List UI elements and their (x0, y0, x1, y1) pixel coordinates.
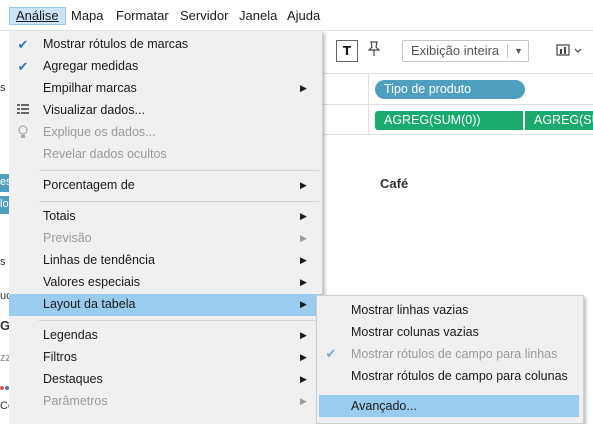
check-icon: ✔ (17, 59, 29, 74)
menu-ajuda[interactable]: Ajuda (281, 7, 326, 25)
menu-item-aggregate-measures[interactable]: ✔ Agregar medidas (9, 56, 322, 78)
chevron-right-icon: ▶ (300, 277, 307, 287)
menu-item-legends[interactable]: Legendas ▶ (9, 325, 322, 347)
analysis-menu: ✔ Mostrar rótulos de marcas ✔ Agregar me… (9, 31, 323, 424)
submenu-item-column-field-labels[interactable]: Mostrar rótulos de campo para colunas (317, 365, 583, 387)
menu-analise[interactable]: Análise (9, 7, 66, 25)
menu-item-percentage-of[interactable]: Porcentagem de ▶ (9, 175, 322, 197)
submenu-item-show-empty-rows[interactable]: Mostrar linhas vazias (317, 299, 583, 321)
measure-pill[interactable]: AGREG(SU (525, 111, 593, 130)
show-me-icon[interactable] (555, 40, 591, 62)
chevron-right-icon: ▶ (300, 396, 307, 406)
column-header: Café (380, 176, 409, 191)
menu-item-special-values[interactable]: Valores especiais ▶ (9, 272, 322, 294)
chevron-right-icon: ▶ (300, 255, 307, 265)
menu-item-trend-lines[interactable]: Linhas de tendência ▶ (9, 250, 322, 272)
check-icon: ✔ (17, 37, 29, 52)
toolbar: T Exibição inteira ▼ (322, 31, 593, 73)
table-layout-submenu: Mostrar linhas vazias Mostrar colunas va… (316, 295, 584, 424)
menu-servidor[interactable]: Servidor (174, 7, 234, 25)
menu-item-view-data[interactable]: Visualizar dados... (9, 100, 322, 122)
submenu-item-show-empty-columns[interactable]: Mostrar colunas vazias (317, 321, 583, 343)
menu-item-totals[interactable]: Totais ▶ (9, 206, 322, 228)
show-mark-labels-button[interactable]: T (336, 40, 358, 62)
chevron-right-icon: ▶ (300, 299, 307, 309)
menu-formatar[interactable]: Formatar (110, 7, 175, 25)
menu-mapa[interactable]: Mapa (65, 7, 110, 25)
menu-bar: Análise Mapa Formatar Servidor Janela Aj… (0, 0, 593, 31)
chevron-right-icon: ▶ (300, 211, 307, 221)
chevron-right-icon: ▶ (300, 233, 307, 243)
menu-separator (39, 320, 319, 321)
rows-shelf: AGREG(SUM(0)) AGREG(SU (322, 104, 593, 135)
chevron-right-icon: ▶ (300, 330, 307, 340)
menu-item-table-layout[interactable]: Layout da tabela ▶ (9, 294, 322, 316)
grid-icon (15, 103, 31, 119)
check-icon: ✔ (325, 346, 337, 361)
chevron-right-icon: ▶ (300, 374, 307, 384)
chevron-right-icon: ▶ (300, 83, 307, 93)
submenu-item-row-field-labels[interactable]: ✔ Mostrar rótulos de campo para linhas (317, 343, 583, 365)
menu-item-show-mark-labels[interactable]: ✔ Mostrar rótulos de marcas (9, 34, 322, 56)
lightbulb-icon (15, 125, 31, 141)
fit-select[interactable]: Exibição inteira ▼ (402, 40, 529, 62)
menu-item-parameters[interactable]: Parâmetros ▶ (9, 391, 322, 413)
menu-separator (39, 170, 319, 171)
pin-icon[interactable] (366, 40, 384, 62)
chevron-down-icon: ▼ (514, 46, 523, 56)
menu-item-highlighters[interactable]: Destaques ▶ (9, 369, 322, 391)
measure-pill[interactable]: AGREG(SUM(0)) (375, 111, 523, 130)
columns-shelf: Tipo de produto (322, 73, 593, 104)
menu-item-explain-data[interactable]: Explique os dados... (9, 122, 322, 144)
submenu-item-advanced[interactable]: Avançado... (319, 395, 579, 417)
menu-item-forecast[interactable]: Previsão ▶ (9, 228, 322, 250)
chevron-right-icon: ▶ (300, 352, 307, 362)
chevron-right-icon: ▶ (300, 180, 307, 190)
menu-item-filters[interactable]: Filtros ▶ (9, 347, 322, 369)
dimension-pill[interactable]: Tipo de produto (375, 80, 525, 99)
menu-separator (39, 201, 319, 202)
menu-item-stack-marks[interactable]: Empilhar marcas ▶ (9, 78, 322, 100)
menu-janela[interactable]: Janela (233, 7, 283, 25)
menu-item-reveal-hidden-data[interactable]: Revelar dados ocultos (9, 144, 322, 166)
